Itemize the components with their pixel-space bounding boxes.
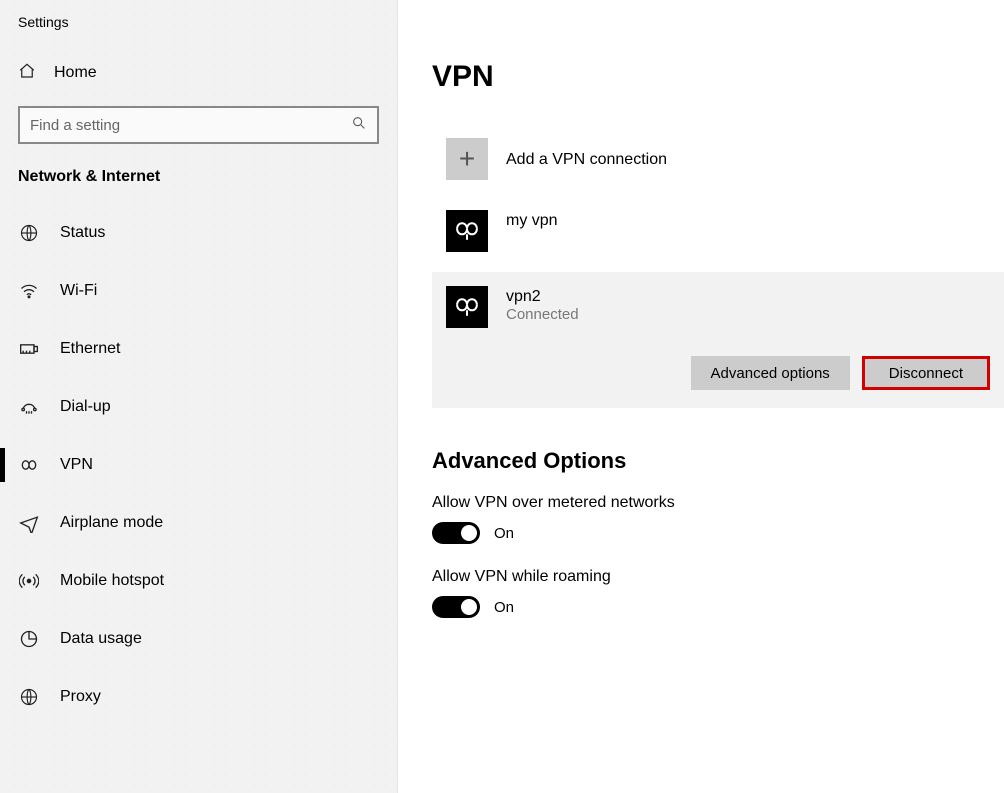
vpn-name: my vpn [506, 210, 558, 230]
sidebar-item-hotspot[interactable]: Mobile hotspot [0, 552, 397, 610]
option-label: Allow VPN while roaming [432, 568, 1004, 586]
sidebar-item-label: Wi-Fi [60, 282, 97, 300]
page-title: VPN [432, 60, 1004, 94]
vpn-name: vpn2 [506, 286, 579, 306]
sidebar-item-label: Data usage [60, 630, 142, 648]
data-usage-icon [18, 629, 40, 649]
sidebar-item-data-usage[interactable]: Data usage [0, 610, 397, 668]
vpn-connection-icon [452, 296, 482, 318]
vpn-connection-item-selected[interactable]: vpn2 Connected Advanced options Disconne… [432, 272, 1004, 408]
vpn-connection-item[interactable]: my vpn [432, 200, 1004, 262]
hotspot-icon [18, 571, 40, 591]
disconnect-button[interactable]: Disconnect [862, 356, 990, 390]
add-vpn-row[interactable]: + Add a VPN connection [432, 128, 1004, 190]
vpn-button-row: Advanced options Disconnect [446, 356, 990, 390]
airplane-icon [18, 513, 40, 533]
wifi-icon [18, 281, 40, 301]
toggle-metered[interactable] [432, 522, 480, 544]
toggle-state: On [494, 599, 514, 616]
dialup-icon [18, 397, 40, 417]
toggle-state: On [494, 525, 514, 542]
search-icon [351, 115, 367, 135]
option-label: Allow VPN over metered networks [432, 494, 1004, 512]
sidebar: Settings Home Network & Internet Status … [0, 0, 398, 793]
ethernet-icon [18, 339, 40, 359]
sidebar-item-dialup[interactable]: Dial-up [0, 378, 397, 436]
vpn-status: Connected [506, 306, 579, 323]
window-title: Settings [0, 10, 397, 50]
sidebar-item-wifi[interactable]: Wi-Fi [0, 262, 397, 320]
option-metered: Allow VPN over metered networks On [432, 494, 1004, 544]
sidebar-section-heading: Network & Internet [0, 158, 397, 204]
home-icon [18, 62, 36, 84]
sidebar-item-label: Dial-up [60, 398, 111, 416]
globe-icon [18, 223, 40, 243]
vpn-icon [18, 455, 40, 475]
sidebar-item-label: Airplane mode [60, 514, 163, 532]
search-box[interactable] [18, 106, 379, 144]
vpn-tile [446, 210, 488, 252]
sidebar-item-label: Ethernet [60, 340, 120, 358]
option-roaming: Allow VPN while roaming On [432, 568, 1004, 618]
sidebar-item-airplane[interactable]: Airplane mode [0, 494, 397, 552]
main-content: VPN + Add a VPN connection my vpn vpn2 [398, 0, 1004, 793]
sidebar-item-vpn[interactable]: VPN [0, 436, 397, 494]
sidebar-item-proxy[interactable]: Proxy [0, 668, 397, 726]
toggle-knob [461, 599, 477, 615]
plus-tile: + [446, 138, 488, 180]
home-nav[interactable]: Home [0, 50, 397, 96]
sidebar-item-ethernet[interactable]: Ethernet [0, 320, 397, 378]
vpn-tile [446, 286, 488, 328]
advanced-options-heading: Advanced Options [432, 448, 1004, 474]
search-input[interactable] [30, 117, 333, 134]
toggle-roaming[interactable] [432, 596, 480, 618]
vpn-connection-icon [452, 220, 482, 242]
sidebar-item-label: Mobile hotspot [60, 572, 164, 590]
home-label: Home [54, 64, 97, 82]
sidebar-item-label: Proxy [60, 688, 101, 706]
advanced-options-button[interactable]: Advanced options [691, 356, 850, 390]
vpn-list: + Add a VPN connection my vpn vpn2 Conne… [432, 128, 1004, 408]
add-vpn-label: Add a VPN connection [506, 149, 667, 169]
sidebar-item-label: VPN [60, 456, 93, 474]
proxy-icon [18, 687, 40, 707]
toggle-knob [461, 525, 477, 541]
plus-icon: + [459, 145, 475, 173]
sidebar-item-label: Status [60, 224, 105, 242]
sidebar-item-status[interactable]: Status [0, 204, 397, 262]
